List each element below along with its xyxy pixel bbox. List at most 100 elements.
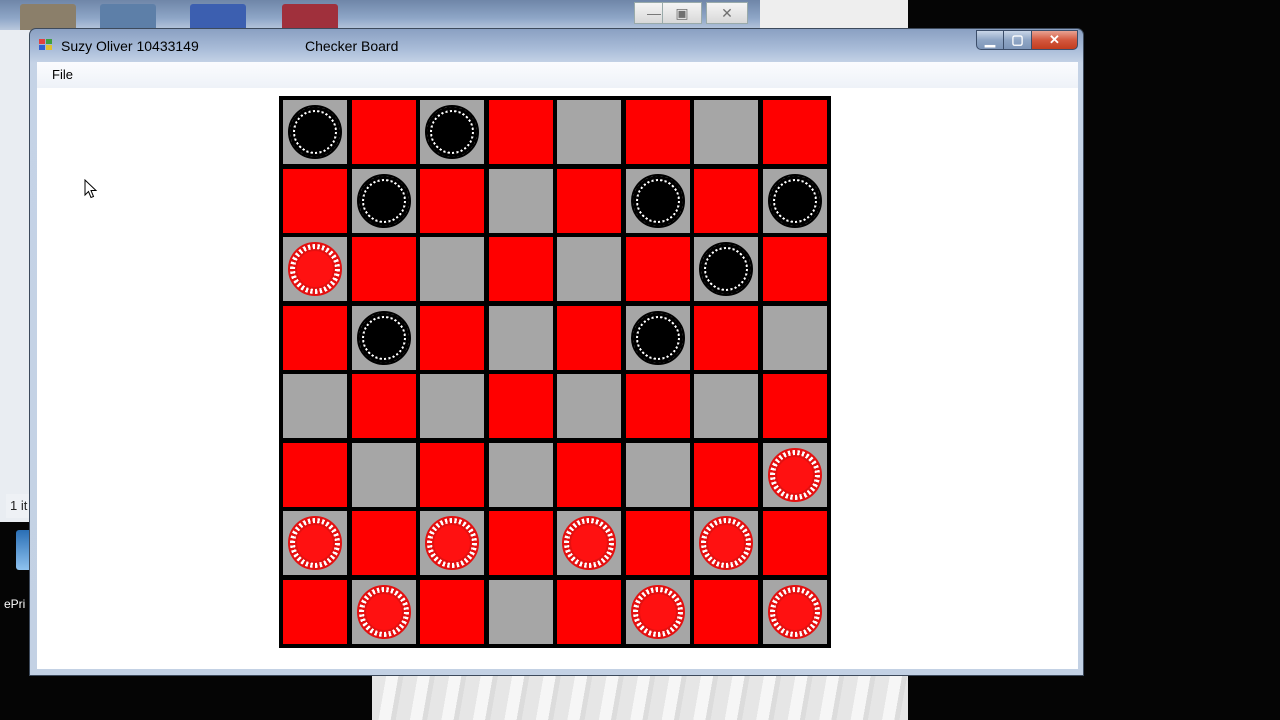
board-square-gray[interactable] [625, 168, 690, 233]
checker-board[interactable] [279, 96, 831, 648]
board-square-red[interactable] [283, 305, 348, 370]
black-checker-piece[interactable] [288, 105, 343, 160]
red-checker-piece[interactable] [767, 447, 822, 502]
board-square-gray[interactable] [762, 579, 827, 644]
red-checker-piece[interactable] [288, 516, 343, 571]
board-square-gray[interactable] [351, 168, 416, 233]
background-status-text: 1 it [6, 494, 30, 518]
board-square-gray[interactable] [557, 100, 622, 165]
board-square-gray[interactable] [625, 442, 690, 507]
board-square-gray[interactable] [351, 305, 416, 370]
board-square-red[interactable] [488, 511, 553, 576]
board-square-gray[interactable] [694, 374, 759, 439]
black-checker-piece[interactable] [630, 173, 685, 228]
board-square-red[interactable] [488, 237, 553, 302]
board-square-gray[interactable] [557, 511, 622, 576]
board-square-gray[interactable] [557, 374, 622, 439]
board-square-gray[interactable] [283, 511, 348, 576]
board-square-red[interactable] [283, 442, 348, 507]
board-square-red[interactable] [283, 168, 348, 233]
board-square-gray[interactable] [762, 168, 827, 233]
board-square-gray[interactable] [283, 100, 348, 165]
board-square-red[interactable] [625, 100, 690, 165]
minimize-icon: — [647, 5, 661, 21]
board-square-gray[interactable] [420, 237, 485, 302]
board-square-gray[interactable] [488, 442, 553, 507]
board-square-red[interactable] [694, 305, 759, 370]
board-square-gray[interactable] [488, 579, 553, 644]
background-paper-bottom [372, 676, 908, 720]
window-titlebar[interactable]: Suzy Oliver 10433149 Checker Board ▁ ▢ ✕ [30, 29, 1083, 61]
maximize-button[interactable]: ▢ [1004, 30, 1032, 50]
background-close-button[interactable]: ✕ [706, 2, 748, 24]
board-square-gray[interactable] [488, 305, 553, 370]
board-square-red[interactable] [420, 442, 485, 507]
board-square-red[interactable] [557, 305, 622, 370]
black-checker-piece[interactable] [356, 310, 411, 365]
board-square-gray[interactable] [625, 305, 690, 370]
board-square-gray[interactable] [557, 237, 622, 302]
board-square-red[interactable] [694, 579, 759, 644]
board-square-gray[interactable] [283, 237, 348, 302]
board-square-gray[interactable] [420, 374, 485, 439]
board-square-red[interactable] [557, 442, 622, 507]
board-square-red[interactable] [351, 511, 416, 576]
black-checker-piece[interactable] [630, 310, 685, 365]
board-square-gray[interactable] [694, 237, 759, 302]
red-checker-piece[interactable] [630, 584, 685, 639]
red-checker-piece[interactable] [425, 516, 480, 571]
board-square-red[interactable] [420, 305, 485, 370]
board-square-red[interactable] [283, 579, 348, 644]
board-square-gray[interactable] [283, 374, 348, 439]
board-square-red[interactable] [488, 374, 553, 439]
board-square-gray[interactable] [420, 100, 485, 165]
board-square-red[interactable] [694, 442, 759, 507]
background-window-titlebar: — ▣ ✕ [0, 0, 762, 30]
close-button[interactable]: ✕ [1032, 30, 1078, 50]
board-square-red[interactable] [420, 579, 485, 644]
board-square-red[interactable] [625, 237, 690, 302]
board-square-gray[interactable] [420, 511, 485, 576]
menu-file[interactable]: File [46, 67, 79, 82]
maximize-icon: ▢ [1011, 32, 1024, 47]
board-square-gray[interactable] [694, 100, 759, 165]
minimize-button[interactable]: ▁ [976, 30, 1004, 50]
board-square-red[interactable] [351, 237, 416, 302]
board-square-red[interactable] [420, 168, 485, 233]
board-square-red[interactable] [762, 100, 827, 165]
window-caption: Checker Board [305, 38, 399, 54]
board-square-gray[interactable] [351, 442, 416, 507]
black-checker-piece[interactable] [356, 173, 411, 228]
red-checker-piece[interactable] [562, 516, 617, 571]
board-square-gray[interactable] [488, 168, 553, 233]
board-square-gray[interactable] [762, 305, 827, 370]
mouse-cursor-icon [84, 179, 98, 199]
board-square-red[interactable] [762, 374, 827, 439]
board-square-red[interactable] [625, 511, 690, 576]
minimize-icon: ▁ [985, 32, 995, 47]
board-square-red[interactable] [488, 100, 553, 165]
board-square-gray[interactable] [351, 579, 416, 644]
board-square-red[interactable] [351, 100, 416, 165]
board-square-red[interactable] [557, 168, 622, 233]
red-checker-piece[interactable] [288, 242, 343, 297]
close-icon: ✕ [721, 4, 733, 21]
checker-board-window: Suzy Oliver 10433149 Checker Board ▁ ▢ ✕… [29, 28, 1084, 676]
board-square-red[interactable] [351, 374, 416, 439]
board-square-gray[interactable] [762, 442, 827, 507]
board-square-red[interactable] [762, 237, 827, 302]
black-checker-piece[interactable] [425, 105, 480, 160]
board-square-gray[interactable] [694, 511, 759, 576]
black-checker-piece[interactable] [767, 173, 822, 228]
red-checker-piece[interactable] [356, 584, 411, 639]
app-icon [39, 39, 53, 51]
board-square-gray[interactable] [625, 579, 690, 644]
board-square-red[interactable] [557, 579, 622, 644]
board-square-red[interactable] [625, 374, 690, 439]
background-maximize-button[interactable]: ▣ [662, 2, 702, 24]
board-square-red[interactable] [694, 168, 759, 233]
red-checker-piece[interactable] [767, 584, 822, 639]
black-checker-piece[interactable] [699, 242, 754, 297]
board-square-red[interactable] [762, 511, 827, 576]
red-checker-piece[interactable] [699, 516, 754, 571]
